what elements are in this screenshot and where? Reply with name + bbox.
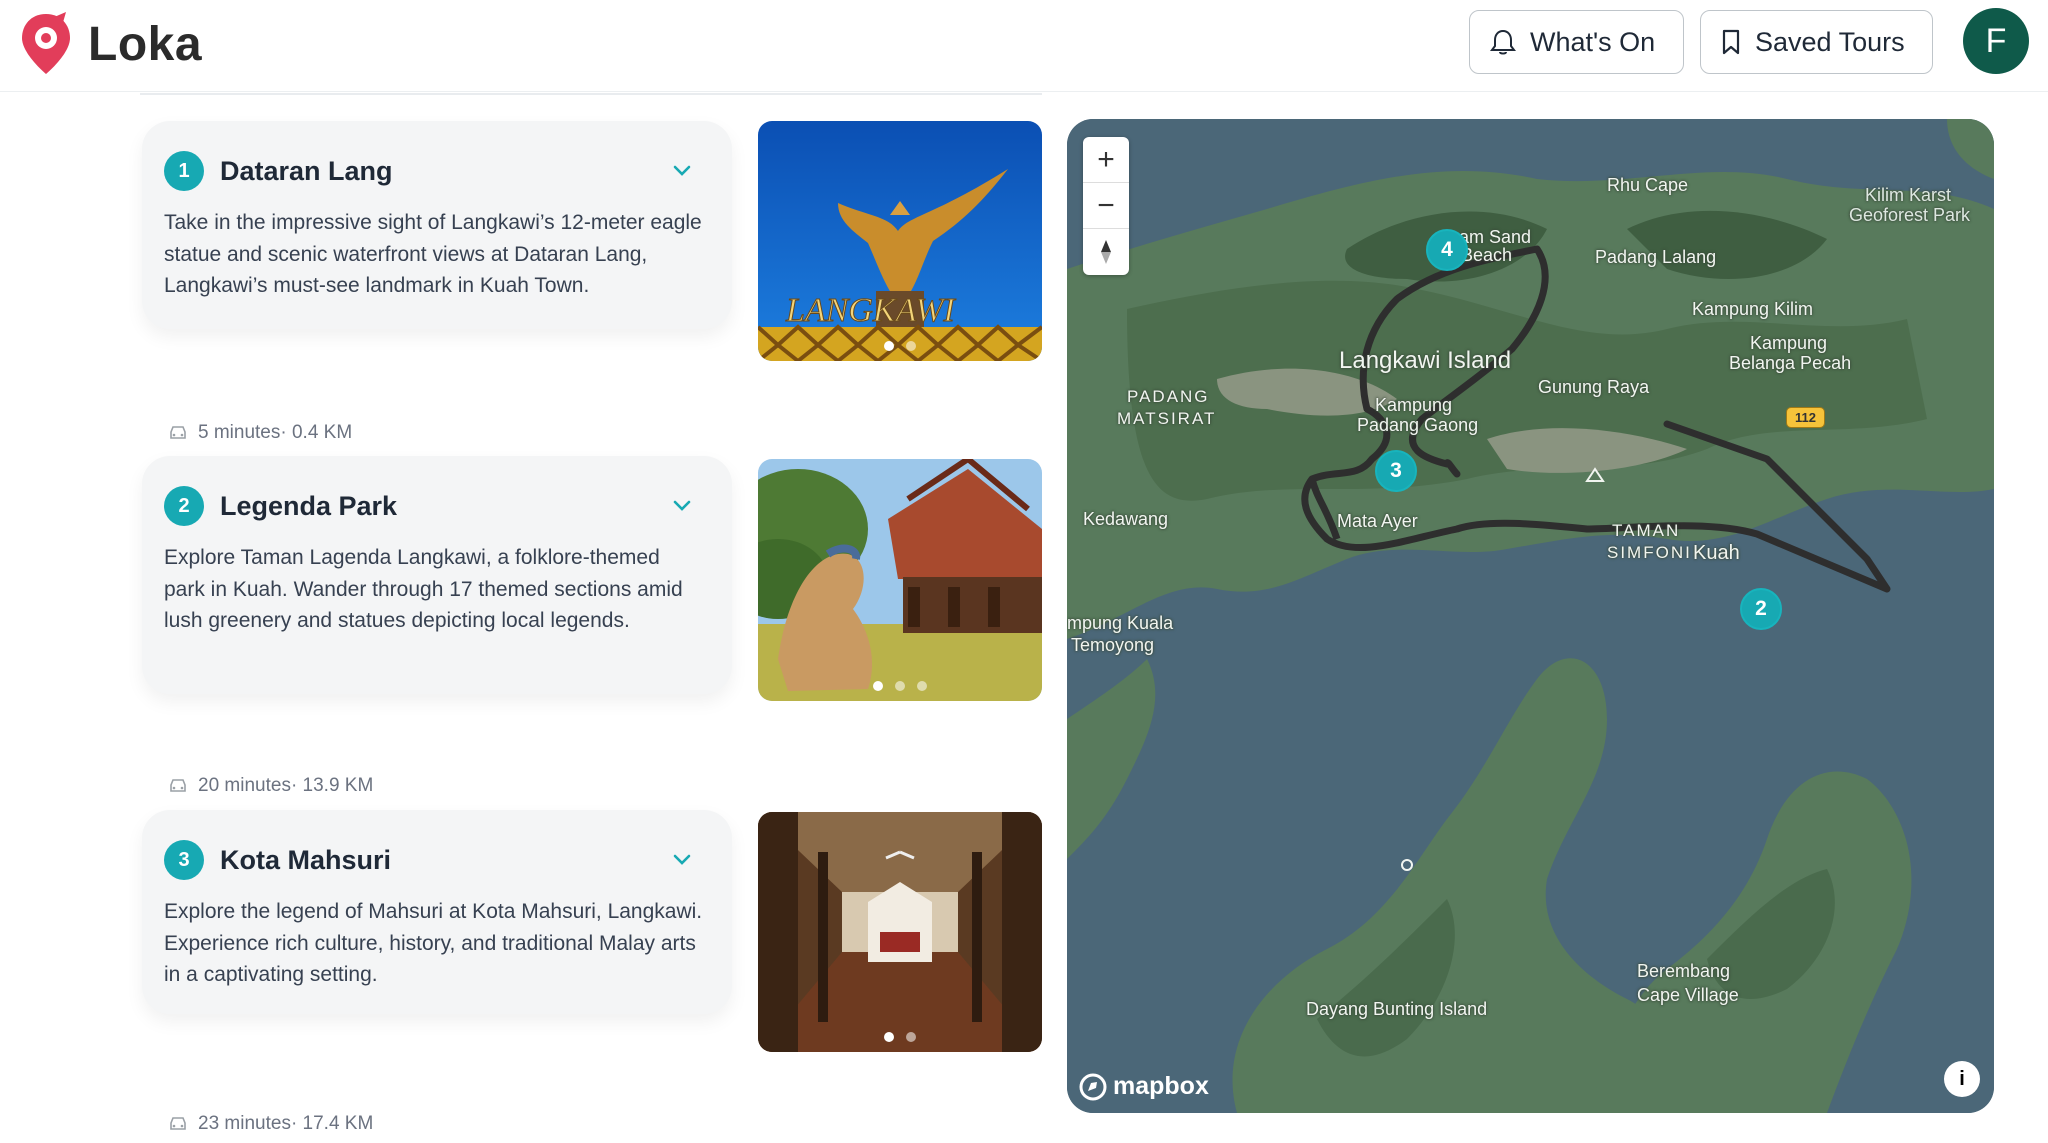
stop-card-1[interactable]: 1 Dataran Lang Take in the impressive si… xyxy=(142,121,732,329)
carousel-dot[interactable] xyxy=(884,1032,894,1042)
map-label: Kuah xyxy=(1693,542,1740,564)
map-label: Mata Ayer xyxy=(1337,511,1418,531)
stop-description: Take in the impressive sight of Langkawi… xyxy=(164,211,702,297)
carousel-dots xyxy=(758,1032,1042,1042)
map-label: Kampung xyxy=(1375,395,1453,415)
map-label: Kedawang xyxy=(1083,509,1169,529)
mapbox-logo[interactable]: mapbox xyxy=(1079,1072,1209,1101)
map-pin-4[interactable]: 4 xyxy=(1426,229,1468,271)
whats-on-button[interactable]: What's On xyxy=(1469,10,1684,74)
compass-button[interactable] xyxy=(1083,229,1129,275)
map-label: PADANG xyxy=(1127,387,1210,406)
stop-description: Explore the legend of Mahsuri at Kota Ma… xyxy=(164,900,703,986)
map-label: Kampung xyxy=(1750,333,1828,353)
map-label: Cape Village xyxy=(1637,985,1739,1005)
map-info-button[interactable]: i xyxy=(1944,1061,1980,1097)
map-label: Padang Gaong xyxy=(1357,415,1479,435)
bell-icon xyxy=(1490,29,1516,55)
map-label: mpung Kuala xyxy=(1067,613,1174,633)
stop-photo-1[interactable]: LANGKAWI xyxy=(758,121,1042,361)
car-icon xyxy=(170,426,186,439)
stop-title: Dataran Lang xyxy=(220,155,393,186)
carousel-dot[interactable] xyxy=(906,1032,916,1042)
stop-number-badge: 3 xyxy=(164,840,204,880)
map-label: TAMAN xyxy=(1612,521,1681,540)
travel-info-1: 5 minutes· 0.4 KM xyxy=(168,422,352,444)
map-label: Langkawi Island xyxy=(1339,347,1512,374)
zoom-out-button[interactable]: − xyxy=(1083,183,1129,229)
stop-number-badge: 2 xyxy=(164,486,204,526)
stop-title: Legenda Park xyxy=(220,490,398,521)
map-label: Dayang Bunting Island xyxy=(1306,999,1488,1019)
chevron-down-icon[interactable] xyxy=(672,850,692,870)
map-label: Kampung Kilim xyxy=(1692,299,1814,319)
travel-info-3: 23 minutes· 17.4 KM xyxy=(168,1113,373,1135)
kota-mahsuri-photo xyxy=(758,812,1042,1052)
list-top-divider xyxy=(140,93,1042,95)
map-label: Kilim Karst xyxy=(1865,185,1952,205)
travel-info-2: 20 minutes· 13.9 KM xyxy=(168,775,373,797)
mapbox-icon xyxy=(1079,1073,1107,1100)
carousel-dot[interactable] xyxy=(906,341,916,351)
map-label: Belanga Pecah xyxy=(1729,353,1852,373)
whats-on-label: What's On xyxy=(1530,26,1656,57)
svg-text:LANGKAWI: LANGKAWI xyxy=(785,292,956,329)
compass-icon xyxy=(1101,240,1111,264)
route-map[interactable]: + − Rhu Cape Kilim Karst Geoforest Park … xyxy=(1067,119,1994,1113)
eagle-statue-photo: LANGKAWI xyxy=(758,121,1042,361)
map-label: MATSIRAT xyxy=(1117,409,1217,428)
mapbox-wordmark: mapbox xyxy=(1113,1072,1209,1100)
map-label: Berembang xyxy=(1637,961,1731,981)
carousel-dots xyxy=(758,341,1042,351)
zoom-in-button[interactable]: + xyxy=(1083,137,1129,183)
legenda-park-photo xyxy=(758,459,1042,701)
stop-photo-2[interactable] xyxy=(758,459,1042,701)
map-label: am Sand xyxy=(1459,227,1532,247)
top-bar: Loka What's On Saved Tours F xyxy=(0,0,2048,92)
map-label: Rhu Cape xyxy=(1607,175,1689,195)
car-icon xyxy=(170,1117,186,1130)
stop-card-2[interactable]: 2 Legenda Park Explore Taman Lagenda Lan… xyxy=(142,456,732,694)
chevron-down-icon[interactable] xyxy=(672,161,692,181)
logo[interactable]: Loka xyxy=(18,10,202,78)
map-label: Geoforest Park xyxy=(1849,205,1971,225)
map-label: Padang Lalang xyxy=(1595,247,1717,267)
carousel-dot[interactable] xyxy=(895,681,905,691)
stop-title: Kota Mahsuri xyxy=(220,844,392,875)
map-pin-2[interactable]: 2 xyxy=(1740,588,1782,630)
carousel-dot[interactable] xyxy=(917,681,927,691)
zoom-controls: + − xyxy=(1083,137,1129,275)
stop-number-badge: 1 xyxy=(164,151,204,191)
map-terrain xyxy=(1067,119,1994,1113)
travel-time-distance: 5 minutes· 0.4 KM xyxy=(198,422,353,443)
map-label: Temoyong xyxy=(1071,635,1155,655)
car-icon xyxy=(170,779,186,792)
bookmark-icon xyxy=(1722,29,1740,55)
saved-tours-button[interactable]: Saved Tours xyxy=(1700,10,1933,74)
carousel-dots xyxy=(758,681,1042,691)
stop-card-3[interactable]: 3 Kota Mahsuri Explore the legend of Mah… xyxy=(142,810,732,1014)
carousel-dot[interactable] xyxy=(873,681,883,691)
map-label: Gunung Raya xyxy=(1538,377,1650,397)
travel-time-distance: 23 minutes· 17.4 KM xyxy=(198,1113,374,1134)
route-112-badge: 112 xyxy=(1786,407,1825,428)
chevron-down-icon[interactable] xyxy=(672,496,692,516)
app-name: Loka xyxy=(88,17,203,71)
map-label: Beach xyxy=(1461,245,1513,265)
logo-pin-icon xyxy=(22,12,70,74)
map-label: SIMFONI xyxy=(1607,543,1692,562)
carousel-dot[interactable] xyxy=(884,341,894,351)
stop-photo-3[interactable] xyxy=(758,812,1042,1052)
travel-time-distance: 20 minutes· 13.9 KM xyxy=(198,775,374,796)
stop-description: Explore Taman Lagenda Langkawi, a folklo… xyxy=(164,546,683,632)
saved-tours-label: Saved Tours xyxy=(1755,26,1905,57)
user-avatar[interactable]: F xyxy=(1963,8,2029,74)
map-pin-3[interactable]: 3 xyxy=(1375,450,1417,492)
